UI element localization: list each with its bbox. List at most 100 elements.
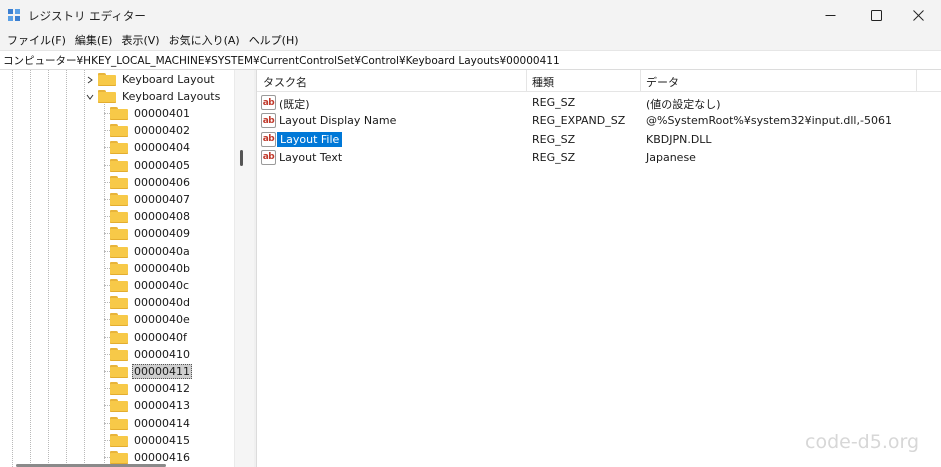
folder-icon (110, 227, 128, 240)
value-data: (値の設定なし) (646, 98, 721, 111)
chevron-right-icon[interactable] (84, 76, 96, 84)
tree-node-00000414[interactable]: 00000414 (110, 415, 192, 432)
menu-file[interactable]: ファイル(F) (4, 32, 72, 48)
tree-node-00000412[interactable]: 00000412 (110, 380, 192, 397)
registry-app-icon (8, 9, 20, 21)
title-bar: レジストリ エディター (0, 0, 941, 30)
folder-icon (110, 210, 128, 223)
tree-node-0000040d[interactable]: 0000040d (110, 294, 192, 311)
tree-node-label: 00000416 (134, 451, 190, 464)
folder-icon (110, 245, 128, 258)
menu-bar: ファイル(F) 編集(E) 表示(V) お気に入り(A) ヘルプ(H) (0, 30, 941, 50)
tree-node-00000411[interactable]: 00000411 (110, 363, 192, 380)
tree-node-label: 0000040c (134, 279, 190, 292)
value-row[interactable]: ab Layout Text REG_SZ Japanese (257, 149, 941, 167)
maximize-icon (870, 9, 882, 21)
string-value-icon: ab (261, 149, 276, 165)
tree-node-00000415[interactable]: 00000415 (110, 432, 192, 449)
string-value-icon: ab (261, 95, 276, 110)
tree-node-00000408[interactable]: 00000408 (110, 208, 192, 225)
tree-node-00000402[interactable]: 00000402 (110, 122, 192, 139)
value-data: Japanese (646, 150, 696, 164)
folder-icon (110, 365, 128, 378)
menu-edit[interactable]: 編集(E) (72, 32, 119, 48)
key-tree-pane: Keyboard Layout Keyboard Layouts 0000040… (0, 70, 254, 467)
tree-node-00000410[interactable]: 00000410 (110, 346, 192, 363)
tree-node-0000040a[interactable]: 0000040a (110, 243, 192, 260)
menu-help[interactable]: ヘルプ(H) (246, 32, 305, 48)
folder-icon (110, 331, 128, 344)
folder-icon (110, 313, 128, 326)
tree-node-00000404[interactable]: 00000404 (110, 139, 192, 156)
minimize-icon (825, 10, 836, 21)
close-icon (912, 9, 924, 21)
tree-node-label: Keyboard Layouts (122, 90, 221, 103)
tree-node-00000407[interactable]: 00000407 (110, 191, 192, 208)
tree-node-label: 00000407 (134, 193, 190, 206)
tree-node-label: 00000410 (134, 348, 190, 361)
folder-icon (98, 73, 116, 86)
tree-scroll-thumb[interactable] (240, 150, 243, 166)
tree-node-00000406[interactable]: 00000406 (110, 174, 192, 191)
tree-node-label: 00000401 (134, 107, 190, 120)
minimize-button[interactable] (807, 0, 853, 30)
tree-node-0000040e[interactable]: 0000040e (110, 311, 192, 328)
folder-icon (110, 124, 128, 137)
value-row[interactable]: ab Layout File REG_SZ KBDJPN.DLL (257, 131, 941, 149)
list-header: タスク名 種類 データ (257, 70, 941, 92)
tree-node-0000040b[interactable]: 0000040b (110, 260, 192, 277)
value-name: (既定) (279, 98, 310, 111)
folder-icon (110, 279, 128, 292)
address-bar[interactable]: コンピューター¥HKEY_LOCAL_MACHINE¥SYSTEM¥Curren… (0, 50, 941, 70)
tree-node-label: 00000405 (134, 159, 190, 172)
folder-icon (110, 107, 128, 120)
watermark: code-d5.org (805, 431, 920, 453)
folder-icon (110, 296, 128, 309)
folder-icon (110, 417, 128, 430)
column-header-name[interactable]: タスク名 (263, 74, 307, 90)
maximize-button[interactable] (853, 0, 899, 30)
tree-node-label: Keyboard Layout (122, 73, 215, 86)
tree-node-label: 0000040f (134, 331, 187, 344)
column-header-type[interactable]: 種類 (532, 74, 554, 90)
value-row[interactable]: ab (既定) REG_SZ (値の設定なし) (257, 94, 941, 112)
tree-node-0000040c[interactable]: 0000040c (110, 277, 191, 294)
tree-node-label: 00000412 (134, 382, 190, 395)
tree-node-00000409[interactable]: 00000409 (110, 225, 192, 242)
close-button[interactable] (895, 0, 941, 30)
tree-node-00000405[interactable]: 00000405 (110, 157, 192, 174)
folder-icon (110, 141, 128, 154)
tree-node-label: 00000415 (134, 434, 190, 447)
tree-node-00000401[interactable]: 00000401 (110, 105, 192, 122)
tree-node-00000413[interactable]: 00000413 (110, 397, 192, 414)
menu-view[interactable]: 表示(V) (118, 32, 165, 48)
tree-node-label: 00000402 (134, 124, 190, 137)
tree-node-label: 00000406 (134, 176, 190, 189)
folder-icon (110, 159, 128, 172)
tree-vertical-scrollbar[interactable] (234, 70, 254, 467)
folder-icon (110, 262, 128, 275)
value-data: @%SystemRoot%¥system32¥input.dll,-5061 (646, 114, 892, 128)
tree-node-label: 00000404 (134, 141, 190, 154)
column-header-data[interactable]: データ (646, 74, 679, 90)
tree-node-keyboard-layouts[interactable]: Keyboard Layouts (84, 88, 222, 105)
folder-icon (110, 434, 128, 447)
tree-node-label: 00000408 (134, 210, 190, 223)
folder-icon (98, 90, 116, 103)
chevron-down-icon[interactable] (84, 93, 96, 101)
value-name: Layout Display Name (279, 114, 397, 128)
tree-node-0000040f[interactable]: 0000040f (110, 329, 189, 346)
tree-node-keyboard-layout[interactable]: Keyboard Layout (84, 71, 217, 88)
folder-icon (110, 399, 128, 412)
menu-favorites[interactable]: お気に入り(A) (166, 32, 246, 48)
folder-icon (110, 348, 128, 361)
value-name: Layout File (277, 131, 343, 147)
value-type: REG_SZ (532, 96, 576, 109)
tree-node-label: 0000040e (134, 313, 190, 326)
string-value-icon: ab (261, 131, 276, 147)
value-name: Layout Text (279, 150, 343, 164)
value-row[interactable]: ab Layout Display Name REG_EXPAND_SZ @%Syst… (257, 112, 941, 130)
folder-icon (110, 451, 128, 464)
folder-icon (110, 382, 128, 395)
tree-node-label: 0000040d (134, 296, 190, 309)
